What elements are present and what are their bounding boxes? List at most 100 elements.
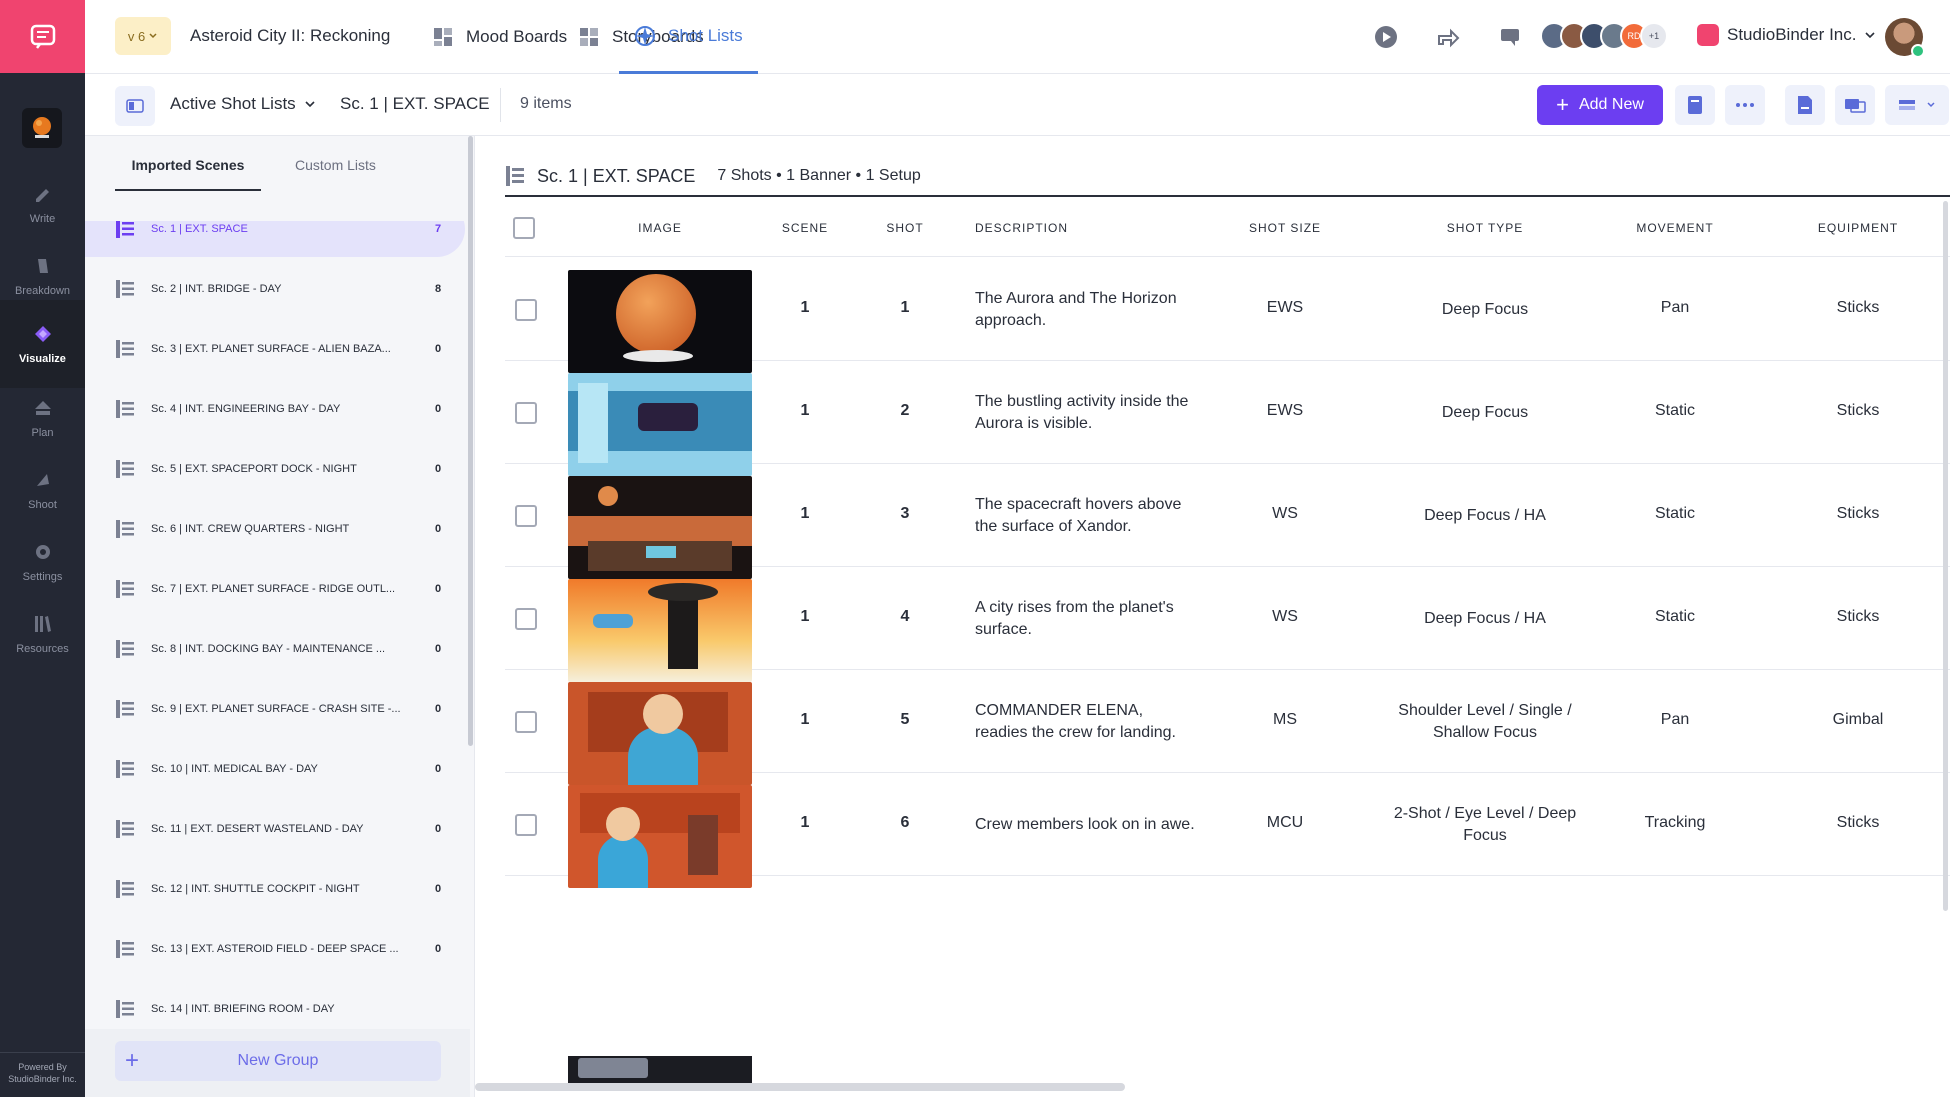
shot-thumbnail[interactable]: [568, 1056, 752, 1084]
column-header-scene[interactable]: SCENE: [770, 221, 840, 235]
shot-description[interactable]: A city rises from the planet's surface.: [975, 597, 1195, 641]
scene-list-item[interactable]: Sc. 1 | EXT. SPACE 7: [85, 221, 465, 257]
shot-number[interactable]: 1: [875, 299, 935, 317]
tab-mood-boards[interactable]: Mood Boards: [432, 0, 567, 74]
table-row[interactable]: 1 1 The Aurora and The Horizon approach. EW…: [505, 258, 1950, 373]
shot-description[interactable]: COMMANDER ELENA, readies the crew for la…: [975, 700, 1195, 744]
present-button[interactable]: [1835, 85, 1875, 125]
project-thumbnail[interactable]: [22, 108, 62, 148]
movement[interactable]: Pan: [1605, 711, 1745, 729]
play-icon[interactable]: [1373, 24, 1399, 50]
shot-number[interactable]: 2: [875, 402, 935, 420]
tab-shot-lists[interactable]: Shot Lists: [619, 0, 758, 74]
shot-size[interactable]: MS: [1235, 711, 1335, 729]
shot-thumbnail[interactable]: [568, 373, 752, 476]
shot-type[interactable]: Deep Focus / HA: [1385, 505, 1585, 527]
shot-description[interactable]: The bustling activity inside the Aurora …: [975, 391, 1195, 435]
new-group-button[interactable]: + New Group: [115, 1041, 441, 1081]
shot-type[interactable]: Shoulder Level / Single / Shallow Focus: [1385, 700, 1585, 744]
scene-number[interactable]: 1: [770, 814, 840, 832]
scene-list-item[interactable]: Sc. 11 | EXT. DESERT WASTELAND - DAY 0: [85, 801, 465, 857]
shot-type[interactable]: Deep Focus: [1385, 402, 1585, 424]
collaborator-avatars[interactable]: RD +1: [1540, 22, 1668, 50]
scene-list-item[interactable]: Sc. 12 | INT. SHUTTLE COCKPIT - NIGHT 0: [85, 861, 465, 917]
shot-size[interactable]: WS: [1235, 505, 1335, 523]
movement[interactable]: Pan: [1605, 299, 1745, 317]
shot-type[interactable]: Deep Focus: [1385, 299, 1585, 321]
tab-imported-scenes[interactable]: Imported Scenes: [115, 157, 261, 191]
scrollbar-horizontal[interactable]: [475, 1083, 1125, 1091]
comments-icon[interactable]: [1497, 24, 1523, 50]
scrollbar[interactable]: [1943, 201, 1948, 911]
scene-list-item[interactable]: Sc. 10 | INT. MEDICAL BAY - DAY 0: [85, 741, 465, 797]
studiobinder-logo-icon[interactable]: [0, 0, 85, 73]
org-switcher[interactable]: StudioBinder Inc.: [1697, 24, 1876, 46]
row-checkbox[interactable]: [515, 505, 537, 527]
movement[interactable]: Static: [1605, 505, 1745, 523]
row-checkbox[interactable]: [515, 711, 537, 733]
version-badge[interactable]: v 6: [115, 17, 171, 55]
scene-list-item[interactable]: Sc. 8 | INT. DOCKING BAY - MAINTENANCE .…: [85, 621, 465, 677]
row-checkbox[interactable]: [515, 814, 537, 836]
scene-number[interactable]: 1: [770, 299, 840, 317]
shot-size[interactable]: WS: [1235, 608, 1335, 626]
user-avatar[interactable]: [1885, 18, 1925, 58]
row-checkbox[interactable]: [515, 608, 537, 630]
shot-thumbnail[interactable]: [568, 682, 752, 785]
select-all-checkbox[interactable]: [513, 217, 535, 239]
shot-thumbnail[interactable]: [568, 476, 752, 579]
project-title[interactable]: Asteroid City II: Reckoning: [190, 26, 390, 46]
shot-thumbnail[interactable]: [568, 270, 752, 373]
scene-number[interactable]: 1: [770, 402, 840, 420]
scene-list-item[interactable]: Sc. 6 | INT. CREW QUARTERS - NIGHT 0: [85, 501, 465, 557]
equipment[interactable]: Sticks: [1788, 608, 1928, 626]
shot-size[interactable]: MCU: [1235, 814, 1335, 832]
scene-list-item[interactable]: Sc. 3 | EXT. PLANET SURFACE - ALIEN BAZA…: [85, 321, 465, 377]
layout-button[interactable]: [1885, 85, 1949, 125]
add-new-button[interactable]: + Add New: [1537, 85, 1663, 125]
column-header-image[interactable]: IMAGE: [585, 221, 735, 235]
movement[interactable]: Static: [1605, 402, 1745, 420]
table-row[interactable]: 1 2 The bustling activity inside the Auror…: [505, 361, 1950, 476]
share-icon[interactable]: [1435, 24, 1461, 50]
column-header-equipment[interactable]: EQUIPMENT: [1788, 221, 1928, 235]
column-header-description[interactable]: DESCRIPTION: [975, 221, 1075, 235]
scene-number[interactable]: 1: [770, 505, 840, 523]
scene-number[interactable]: 1: [770, 711, 840, 729]
movement[interactable]: Static: [1605, 608, 1745, 626]
shot-number[interactable]: 4: [875, 608, 935, 626]
shot-thumbnail[interactable]: [568, 785, 752, 888]
movement[interactable]: Tracking: [1605, 814, 1745, 832]
column-header-shot[interactable]: SHOT: [875, 221, 935, 235]
scene-list-item[interactable]: Sc. 5 | EXT. SPACEPORT DOCK - NIGHT 0: [85, 441, 465, 497]
scene-list-item[interactable]: Sc. 2 | INT. BRIDGE - DAY 8: [85, 261, 465, 317]
scene-list-item[interactable]: Sc. 9 | EXT. PLANET SURFACE - CRASH SITE…: [85, 681, 465, 737]
equipment[interactable]: Sticks: [1788, 402, 1928, 420]
scene-list-item[interactable]: Sc. 14 | INT. BRIEFING ROOM - DAY: [85, 981, 465, 1029]
row-checkbox[interactable]: [515, 402, 537, 424]
shot-description[interactable]: The Aurora and The Horizon approach.: [975, 288, 1195, 332]
column-header-shot-type[interactable]: SHOT TYPE: [1385, 221, 1585, 235]
shot-number[interactable]: 6: [875, 814, 935, 832]
book-button[interactable]: [1675, 85, 1715, 125]
equipment[interactable]: Sticks: [1788, 505, 1928, 523]
equipment[interactable]: Sticks: [1788, 814, 1928, 832]
table-row[interactable]: 1 3 The spacecraft hovers above the surfac…: [505, 464, 1950, 579]
shot-description[interactable]: Crew members look on in awe.: [975, 814, 1195, 836]
shot-size[interactable]: EWS: [1235, 299, 1335, 317]
table-row[interactable]: 1 5 COMMANDER ELENA, readies the crew for …: [505, 670, 1950, 785]
shot-size[interactable]: EWS: [1235, 402, 1335, 420]
more-options-button[interactable]: [1725, 85, 1765, 125]
scene-list-item[interactable]: Sc. 4 | INT. ENGINEERING BAY - DAY 0: [85, 381, 465, 437]
equipment[interactable]: Sticks: [1788, 299, 1928, 317]
scene-number[interactable]: 1: [770, 608, 840, 626]
shot-number[interactable]: 3: [875, 505, 935, 523]
shot-type[interactable]: 2-Shot / Eye Level / Deep Focus: [1385, 803, 1585, 847]
shot-number[interactable]: 5: [875, 711, 935, 729]
table-row[interactable]: 1 4 A city rises from the planet's surface…: [505, 567, 1950, 682]
shot-description[interactable]: The spacecraft hovers above the surface …: [975, 494, 1195, 538]
shot-type[interactable]: Deep Focus / HA: [1385, 608, 1585, 630]
toggle-sidebar-button[interactable]: [115, 86, 155, 126]
group-title[interactable]: Sc. 1 | EXT. SPACE: [537, 166, 695, 187]
column-header-shot-size[interactable]: SHOT SIZE: [1235, 221, 1335, 235]
